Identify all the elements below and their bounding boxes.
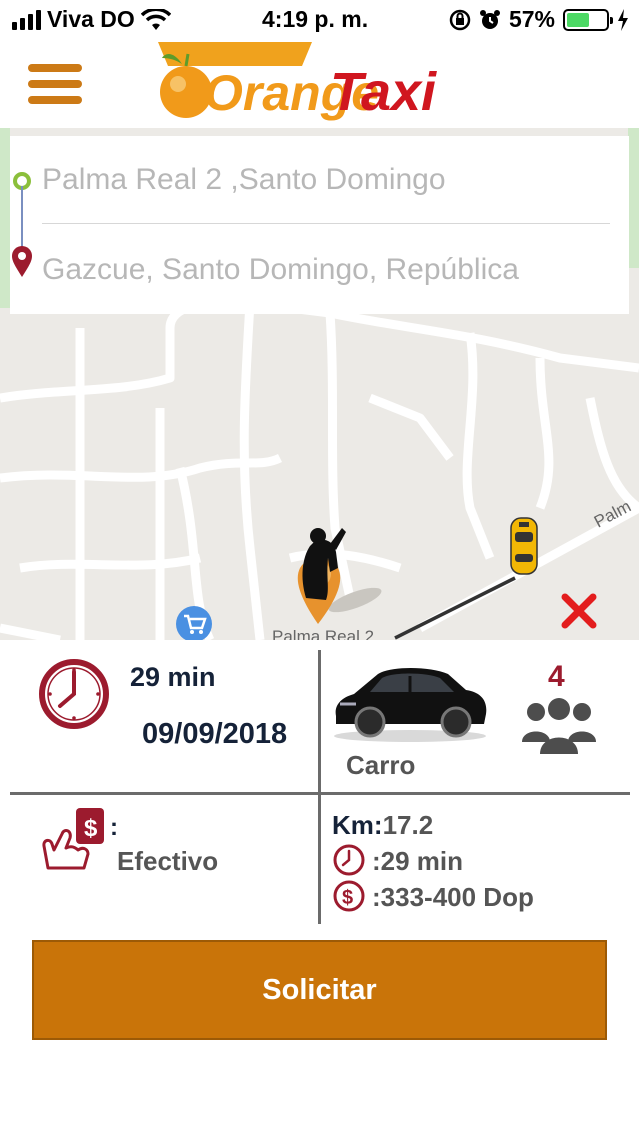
- payment-method: Efectivo: [117, 846, 219, 876]
- svg-text:$: $: [84, 815, 98, 842]
- trip-info-panel: 29 min 09/09/2018 Carro 4 $ : Efectivo K…: [0, 640, 639, 940]
- trip-date: 09/09/2018: [142, 718, 288, 750]
- status-bar: Viva DO 4:19 p. m. 57%: [0, 0, 639, 40]
- logo-word-taxi: Taxi: [330, 62, 437, 122]
- battery-level: [567, 12, 589, 27]
- svg-text:$: $: [342, 887, 353, 909]
- vertical-divider: [318, 650, 321, 794]
- small-clock-icon: [333, 844, 365, 876]
- vehicle-type: Carro: [346, 750, 416, 780]
- car-image: [334, 668, 487, 742]
- wifi-icon: [140, 8, 171, 30]
- destination-pin-icon: [12, 246, 32, 277]
- origin-address-field[interactable]: Palma Real 2 ,Santo Domingo: [42, 136, 610, 224]
- horizontal-divider: [10, 792, 630, 795]
- dollar-coin-icon: $: [333, 880, 365, 912]
- route-address-box: Palma Real 2 ,Santo Domingo Gazcue, Sant…: [10, 136, 629, 314]
- status-left: Viva DO: [12, 6, 171, 33]
- menu-bar: [28, 96, 82, 104]
- menu-bar: [28, 64, 82, 72]
- status-right: 57%: [449, 6, 629, 33]
- destination-address-text: Gazcue, Santo Domingo, República: [42, 253, 519, 286]
- vertical-divider: [318, 794, 321, 924]
- fare-estimate: :333-400 Dop: [372, 882, 534, 912]
- destination-address-field[interactable]: Gazcue, Santo Domingo, República: [42, 226, 610, 314]
- charging-icon: [618, 8, 628, 31]
- carrier-name: Viva DO: [47, 6, 135, 32]
- alarm-icon: [479, 9, 500, 29]
- menu-bar: [28, 80, 82, 88]
- app-header: Orange Taxi: [0, 40, 639, 128]
- distance-label: Km:: [332, 810, 383, 840]
- passenger-count: 4: [548, 660, 565, 693]
- taxi-car-icon: [510, 517, 538, 575]
- distance-row: Km:17.2: [332, 810, 433, 841]
- battery-icon: [563, 8, 613, 31]
- trip-duration: 29 min: [130, 662, 216, 692]
- clock-icon: [39, 659, 109, 729]
- payment-colon: :: [110, 814, 118, 841]
- request-ride-button[interactable]: Solicitar: [32, 940, 607, 1040]
- menu-button[interactable]: [28, 64, 82, 104]
- orange-taxi-logo: Orange Taxi: [158, 42, 437, 122]
- time-estimate: :29 min: [372, 846, 464, 876]
- distance-value: 17.2: [382, 810, 434, 840]
- close-route-icon[interactable]: [560, 592, 598, 630]
- group-people-icon: [522, 698, 596, 754]
- cash-payment-icon: $: [42, 808, 104, 870]
- origin-address-text: Palma Real 2 ,Santo Domingo: [42, 162, 446, 196]
- signal-icon: [12, 9, 41, 30]
- orientation-lock-icon: [449, 9, 471, 30]
- status-time: 4:19 p. m.: [262, 6, 369, 32]
- battery-percent: 57%: [508, 6, 555, 32]
- place-label: Palma Real 2: [272, 627, 374, 640]
